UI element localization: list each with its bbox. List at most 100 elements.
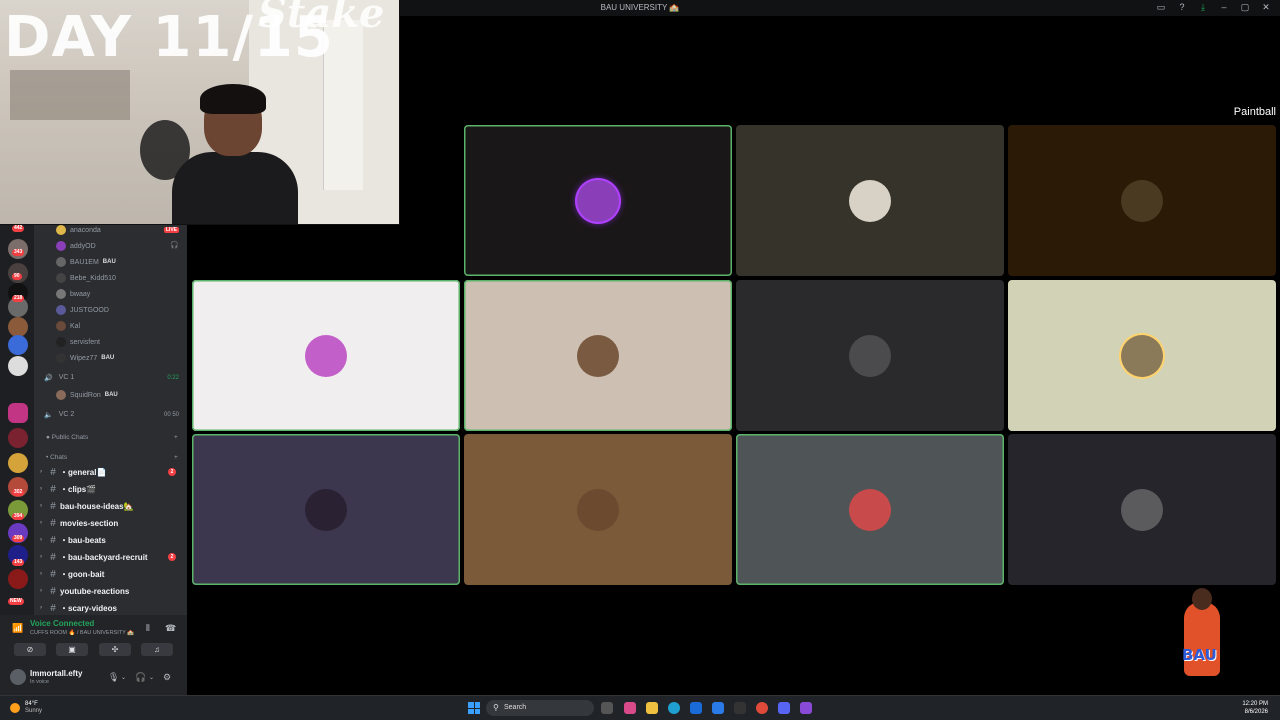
chrome-icon[interactable] [756,702,768,714]
hash-icon: # [50,500,56,512]
activities-button[interactable]: ✣ [99,643,131,656]
voice-user[interactable]: Wipez77 BAU [56,353,114,363]
mail-icon[interactable] [712,702,724,714]
voice-user[interactable]: JUSTGOOD [56,305,109,315]
role-tag: BAU [101,355,115,361]
channel-clips[interactable]: › # ・ clips 🎬 [36,481,184,497]
participant-tile[interactable] [736,280,1004,431]
voice-user[interactable]: BAU1EM BAU [56,257,116,267]
participant-tile[interactable] [464,125,732,276]
disconnect-icon[interactable]: ☎ [165,623,176,634]
role-tag: BAU [104,392,118,398]
hash-icon: # [50,551,56,563]
taskbar-search[interactable]: ⚲ Search [486,700,594,716]
server-icon[interactable] [8,317,28,337]
server-icon[interactable] [8,428,28,448]
avatar[interactable] [10,669,26,685]
avatar [56,273,66,283]
channel-bau-backyard-recruit[interactable]: › # ・ bau-backyard-recruit 2 [36,549,184,565]
voice-channel-name: VC 2 [58,411,75,418]
voice-user[interactable]: bwaay [56,289,90,299]
channel-bau-house-ideas[interactable]: › # bau-house-ideas 🏡 [36,498,184,514]
voice-user[interactable]: Kal [56,321,80,331]
category-public-chats[interactable]: ● Public Chats + [46,434,178,441]
participant-tile[interactable] [1008,434,1276,585]
hash-icon: # [50,466,56,478]
screen-share-button[interactable]: ▣ [56,643,88,656]
server-icon[interactable] [8,356,28,376]
voice-user[interactable]: addyOD [56,241,96,251]
participant-tile[interactable] [1008,125,1276,276]
inbox-icon[interactable]: ▭ [1155,2,1167,13]
headphones-icon[interactable]: 🎧 [135,672,146,683]
instagram-icon[interactable] [8,403,28,423]
channel-scary-videos[interactable]: › # ・ scary-videos [36,600,184,616]
soundboard-button[interactable]: ♫ [141,643,173,656]
channel-bau-beats[interactable]: › # ・ bau-beats [36,532,184,548]
app-icon[interactable] [800,702,812,714]
add-channel-icon[interactable]: + [174,454,178,461]
category-chats[interactable]: • Chats + [46,454,178,461]
server-icon[interactable] [8,453,28,473]
role-tag: BAU [102,259,116,265]
voice-user[interactable]: SquidRon BAU [56,390,118,400]
close-icon[interactable]: ✕ [1260,2,1272,13]
channel-movies-section[interactable]: › # movies-section [36,515,184,531]
voice-channel-vc1[interactable]: 🔊 VC 1 [44,374,74,382]
minimize-icon[interactable]: – [1218,2,1230,13]
weather-condition: Sunny [25,708,43,714]
participant-tile[interactable] [192,280,460,431]
voice-user[interactable]: servisfent [56,337,100,347]
window-controls: ▭ ? ⤓ – ▢ ✕ [1155,2,1272,13]
chevron-right-icon: › [40,605,42,611]
channel-prefix: ・ [60,603,68,613]
participant-tile[interactable] [464,434,732,585]
channel-name: scary-videos [68,603,117,613]
participant-tile[interactable] [736,434,1004,585]
store-icon[interactable] [690,702,702,714]
server-icon[interactable] [8,335,28,355]
participant-tile[interactable] [1008,280,1276,431]
weather-widget[interactable]: 84°F Sunny [10,701,42,715]
voice-user-name: anaconda [70,226,101,234]
file-explorer-icon[interactable] [646,702,658,714]
channel-emoji: 🎬 [86,484,97,494]
app-icon[interactable] [734,702,746,714]
server-icon[interactable] [8,569,28,589]
camera-off-button[interactable]: ⊘ [14,643,46,656]
edge-icon[interactable] [668,702,680,714]
hash-icon: # [50,517,56,529]
discord-icon[interactable] [778,702,790,714]
participant-tile[interactable] [192,434,460,585]
channel-goon-bait[interactable]: › # ・ goon-bait [36,566,184,582]
windows-start-icon[interactable] [468,702,480,714]
channel-name: bau-backyard-recruit [68,552,148,562]
channel-emoji: 📄 [96,467,107,477]
maximize-icon[interactable]: ▢ [1239,2,1251,13]
help-icon[interactable]: ? [1176,2,1188,13]
task-view-icon[interactable] [601,702,613,714]
chevron-down-icon[interactable]: ⌄ [121,674,126,681]
participant-tile[interactable] [736,125,1004,276]
bau-mascot-sticker: BAU [1180,588,1224,688]
chevron-down-icon[interactable]: ⌄ [149,674,154,681]
microphone-icon[interactable]: 🎙 [108,672,119,683]
noise-suppression-icon[interactable]: ⫴ [146,623,150,634]
channel-general[interactable]: › # ・ general 📄 2 [36,464,184,480]
add-channel-icon[interactable]: + [174,434,178,441]
system-clock[interactable]: 12:20 PM 8/6/2026 [1242,700,1268,716]
download-icon[interactable]: ⤓ [1197,2,1209,13]
voice-channel-vc2[interactable]: 🔈 VC 2 [44,411,74,419]
channel-youtube-reactions[interactable]: › # youtube-reactions [36,583,184,599]
participant-tile[interactable] [464,280,732,431]
app-icon[interactable] [624,702,636,714]
channel-name: clips [68,484,87,494]
voice-user[interactable]: anaconda [56,225,101,235]
voice-user[interactable]: Bebe_Kidd510 [56,273,116,283]
category-label: Public Chats [51,434,89,441]
streamer-hair [200,84,266,114]
voice-status[interactable]: Voice Connected [30,619,94,628]
gear-icon[interactable]: ⚙ [163,672,171,683]
channel-prefix: ・ [60,535,68,545]
server-badge: 302 [12,489,25,496]
